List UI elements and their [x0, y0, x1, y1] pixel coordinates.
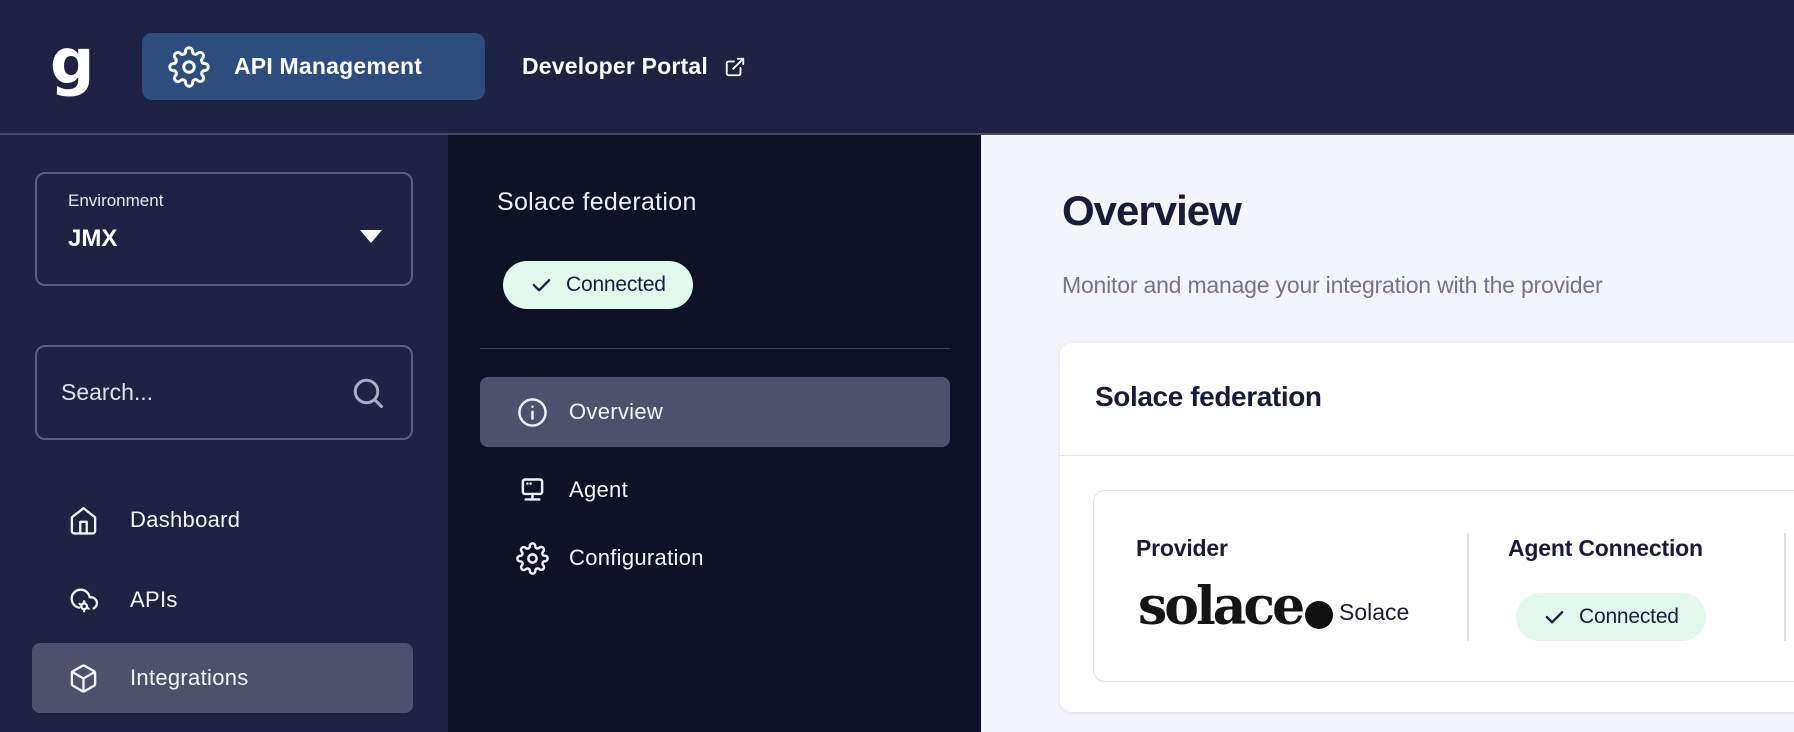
integration-summary-panel: Provider solace Solace Agent Connection … [1093, 490, 1794, 682]
page-subtitle: Monitor and manage your integration with… [1062, 272, 1602, 299]
api-management-button[interactable]: API Management [142, 33, 485, 100]
environment-selector[interactable]: Environment JMX [35, 172, 413, 286]
environment-label: Environment [68, 191, 163, 211]
search-icon [350, 375, 386, 411]
environment-value: JMX [68, 225, 117, 253]
agent-connection-label: Agent Connection [1508, 535, 1703, 562]
gravitee-logo[interactable]: g [50, 31, 94, 93]
integration-nav-label: Configuration [569, 545, 704, 571]
status-badge-label: Connected [566, 273, 666, 297]
integration-nav-label: Overview [569, 399, 663, 425]
sidebar-item-label: Integrations [130, 665, 249, 691]
cube-icon [68, 663, 99, 694]
divider [480, 348, 950, 349]
sidebar-item-apis[interactable]: APIs [32, 565, 413, 635]
integration-nav-overview[interactable]: Overview [480, 377, 950, 447]
check-icon [1543, 606, 1566, 629]
app-window: g API Management Developer Portal Enviro… [0, 0, 1794, 732]
gear-icon [516, 542, 549, 575]
primary-sidebar: Environment JMX Dashboard APIs Integrati… [0, 135, 448, 732]
agent-connection-status: Connected [1579, 605, 1679, 629]
divider [1784, 533, 1786, 641]
integration-title: Solace federation [497, 188, 697, 217]
developer-portal-link[interactable]: Developer Portal [522, 0, 746, 133]
integration-nav-agent[interactable]: Agent [480, 455, 950, 525]
sidebar-search [35, 345, 413, 440]
check-icon [530, 274, 553, 297]
integration-nav-configuration[interactable]: Configuration [480, 523, 950, 593]
api-management-label: API Management [234, 53, 422, 80]
divider [1060, 455, 1794, 456]
integration-overview-card: Solace federation Provider solace Solace… [1060, 343, 1794, 712]
status-badge: Connected [503, 261, 693, 309]
cloud-gear-icon [68, 585, 99, 616]
agent-connection-badge: Connected [1516, 593, 1706, 641]
chevron-down-icon [360, 230, 382, 243]
gear-icon [168, 46, 210, 88]
sidebar-item-dashboard[interactable]: Dashboard [32, 485, 413, 555]
divider [1467, 533, 1469, 641]
main-content: Overview Monitor and manage your integra… [981, 135, 1794, 732]
external-link-icon [724, 56, 746, 78]
sidebar-item-integrations[interactable]: Integrations [32, 643, 413, 713]
agent-icon [516, 474, 549, 507]
integration-nav-label: Agent [569, 477, 628, 503]
provider-label: Provider [1136, 535, 1228, 562]
integration-sidebar: Solace federation Connected Overview Age… [448, 135, 981, 732]
solace-logo-text: solace [1138, 581, 1302, 633]
developer-portal-label: Developer Portal [522, 53, 708, 80]
sidebar-item-label: APIs [130, 587, 178, 613]
home-icon [68, 505, 99, 536]
top-bar: g API Management Developer Portal [0, 0, 1794, 135]
provider-name: Solace [1339, 599, 1409, 626]
page-title: Overview [1062, 187, 1241, 235]
solace-logo-dot [1305, 601, 1333, 629]
info-icon [516, 396, 549, 429]
card-title: Solace federation [1095, 381, 1322, 413]
sidebar-item-label: Dashboard [130, 507, 240, 533]
solace-logo: solace [1138, 581, 1333, 633]
search-input[interactable] [61, 347, 361, 438]
